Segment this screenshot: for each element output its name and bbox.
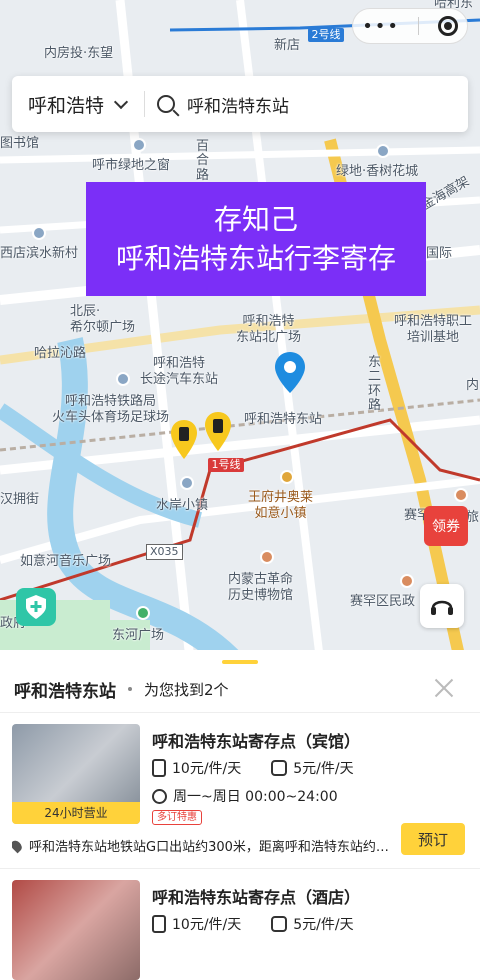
hours-badge: 24小时营业 [12, 802, 140, 824]
museum-icon [260, 550, 274, 564]
hours-row: 周一~周日 00:00~24:00 [152, 786, 338, 806]
price-row: 10元/件/天 5元/件/天 [152, 914, 354, 934]
poi-marker [400, 574, 414, 588]
map-label-neifangtou: 内房投·东望 [44, 46, 114, 61]
poi-marker [454, 488, 468, 502]
map-label-bus-station: 呼和浩特 长途汽车东站 [140, 356, 219, 388]
close-miniapp-icon[interactable] [437, 16, 458, 36]
location-icon [12, 838, 24, 853]
search-divider [144, 91, 146, 117]
map-label-lvdi-window: 呼市绿地之窗 [92, 158, 171, 173]
banner-title: 呼和浩特东站行李寄存 [115, 242, 396, 275]
close-icon[interactable] [432, 676, 456, 700]
search-bar: 呼和浩特 呼和浩特东站 [12, 76, 468, 132]
search-input[interactable]: 呼和浩特东站 [187, 92, 289, 117]
more-icon[interactable]: ••• [362, 16, 400, 37]
metro-line-1-badge: 1号线 [208, 458, 244, 472]
customer-service-button[interactable] [420, 584, 464, 628]
divider [0, 712, 480, 713]
map-label-wangfujing: 王府井奥莱 如意小镇 [248, 490, 314, 522]
map-label-staff-training: 呼和浩特职工 培训基地 [394, 314, 473, 346]
search-icon [157, 95, 176, 113]
store-title: 呼和浩特东站寄存点（酒店） [152, 888, 361, 907]
poi-marker [180, 476, 194, 490]
chevron-down-icon [113, 94, 129, 109]
address-row: 呼和浩特东站地铁站G口出站约300米，距离呼和浩特东站约300米 [12, 836, 392, 855]
map-label-lvdi-xiangshu: 绿地·香树花城 [336, 164, 419, 179]
hours-text: 周一~周日 00:00~24:00 [173, 789, 338, 805]
result-card[interactable]: 24小时营业 呼和浩特东站寄存点（宾馆） 10元/件/天 5元/件/天 周一~周… [0, 722, 480, 866]
map-label-saihan-civil: 赛罕区民政 [350, 594, 416, 609]
clock-icon [152, 788, 167, 804]
store-title: 呼和浩特东站寄存点（宾馆） [152, 732, 361, 751]
coupon-button[interactable]: 领券 [424, 506, 468, 546]
map-label-x035: X035 [146, 544, 183, 560]
price-large: 10元/件/天 [172, 917, 242, 933]
sheet-header: 呼和浩特东站 为您找到2个 [14, 674, 466, 704]
insurance-button[interactable] [16, 588, 56, 626]
headset-icon [431, 600, 453, 615]
poi-marker [376, 144, 390, 158]
city-label: 呼和浩特 [28, 94, 105, 117]
map-label-north-plaza: 呼和浩特 东站北广场 [236, 314, 302, 346]
price-small: 5元/件/天 [293, 917, 354, 933]
map-label-guoji: 国际 [426, 246, 453, 261]
map-label-baihe-road: 百合路 [196, 139, 210, 183]
location-pin-icon[interactable] [274, 352, 306, 394]
sheet-title: 呼和浩特东站 [14, 681, 116, 702]
map-label-xindian: 新店 [274, 38, 301, 53]
map-label-east-station: 呼和浩特东站 [244, 412, 323, 427]
separator-dot [128, 687, 132, 691]
shield-plus-icon [26, 595, 46, 619]
map-label-shuian-town: 水岸小镇 [156, 498, 209, 513]
promo-tag: 多订特惠 [152, 810, 202, 825]
store-thumbnail [12, 880, 140, 980]
store-thumbnail: 24小时营业 [12, 724, 140, 824]
map-label-bindian-village: 西店滨水新村 [0, 246, 79, 261]
poi-marker [32, 226, 46, 240]
book-button[interactable]: 预订 [401, 823, 465, 855]
suitcase-icon [152, 915, 166, 933]
map-label-museum: 内蒙古革命 历史博物馆 [228, 572, 294, 604]
map-label-donghe-plaza: 东河广场 [112, 628, 165, 643]
shopping-icon [280, 470, 294, 484]
metro-line-2-badge: 2号线 [308, 28, 344, 42]
city-selector[interactable]: 呼和浩特 [28, 91, 129, 118]
bus-station-icon [116, 372, 130, 386]
luggage-store-marker-icon[interactable] [170, 420, 198, 460]
result-card[interactable]: 呼和浩特东站寄存点（酒店） 10元/件/天 5元/件/天 [0, 878, 480, 980]
results-sheet: 呼和浩特东站 为您找到2个 24小时营业 呼和浩特东站寄存点（宾馆） 10元/件… [0, 650, 480, 980]
result-count: 为您找到2个 [144, 680, 229, 699]
bag-icon [271, 916, 288, 932]
luggage-store-marker-icon[interactable] [204, 412, 232, 452]
suitcase-icon [152, 759, 166, 777]
map-label-east-ring-road: 东二环路 [368, 355, 382, 413]
price-row: 10元/件/天 5元/件/天 [152, 758, 354, 778]
map-label-nei: 内 [466, 378, 480, 393]
mini-program-capsule[interactable]: ••• [352, 8, 468, 44]
park-icon [136, 606, 150, 620]
sheet-handle[interactable] [222, 660, 258, 664]
promo-banner: 存知己 呼和浩特东站行李寄存 [86, 182, 426, 296]
address-text: 呼和浩特东站地铁站G口出站约300米，距离呼和浩特东站约300米 [29, 840, 392, 855]
map-label-hilton: 北辰· 希尔顿广场 [70, 304, 136, 336]
map-label-ruyi-music-plaza: 如意河音乐广场 [20, 554, 112, 569]
price-small: 5元/件/天 [293, 761, 354, 777]
map-label-hanyong-street: 汉拥街 [0, 492, 40, 507]
poi-marker [132, 138, 146, 152]
coupon-float[interactable]: 领券 [424, 506, 468, 566]
banner-brand: 存知己 [213, 202, 298, 236]
map-label-halaqin-road: 哈拉沁路 [34, 346, 87, 361]
map-label-railway-stadium: 呼和浩特铁路局 火车头体育场足球场 [52, 394, 170, 426]
map-label-library: 图书馆 [0, 136, 40, 151]
capsule-divider [418, 17, 420, 35]
price-large: 10元/件/天 [172, 761, 242, 777]
divider [0, 868, 480, 869]
bag-icon [271, 760, 288, 776]
